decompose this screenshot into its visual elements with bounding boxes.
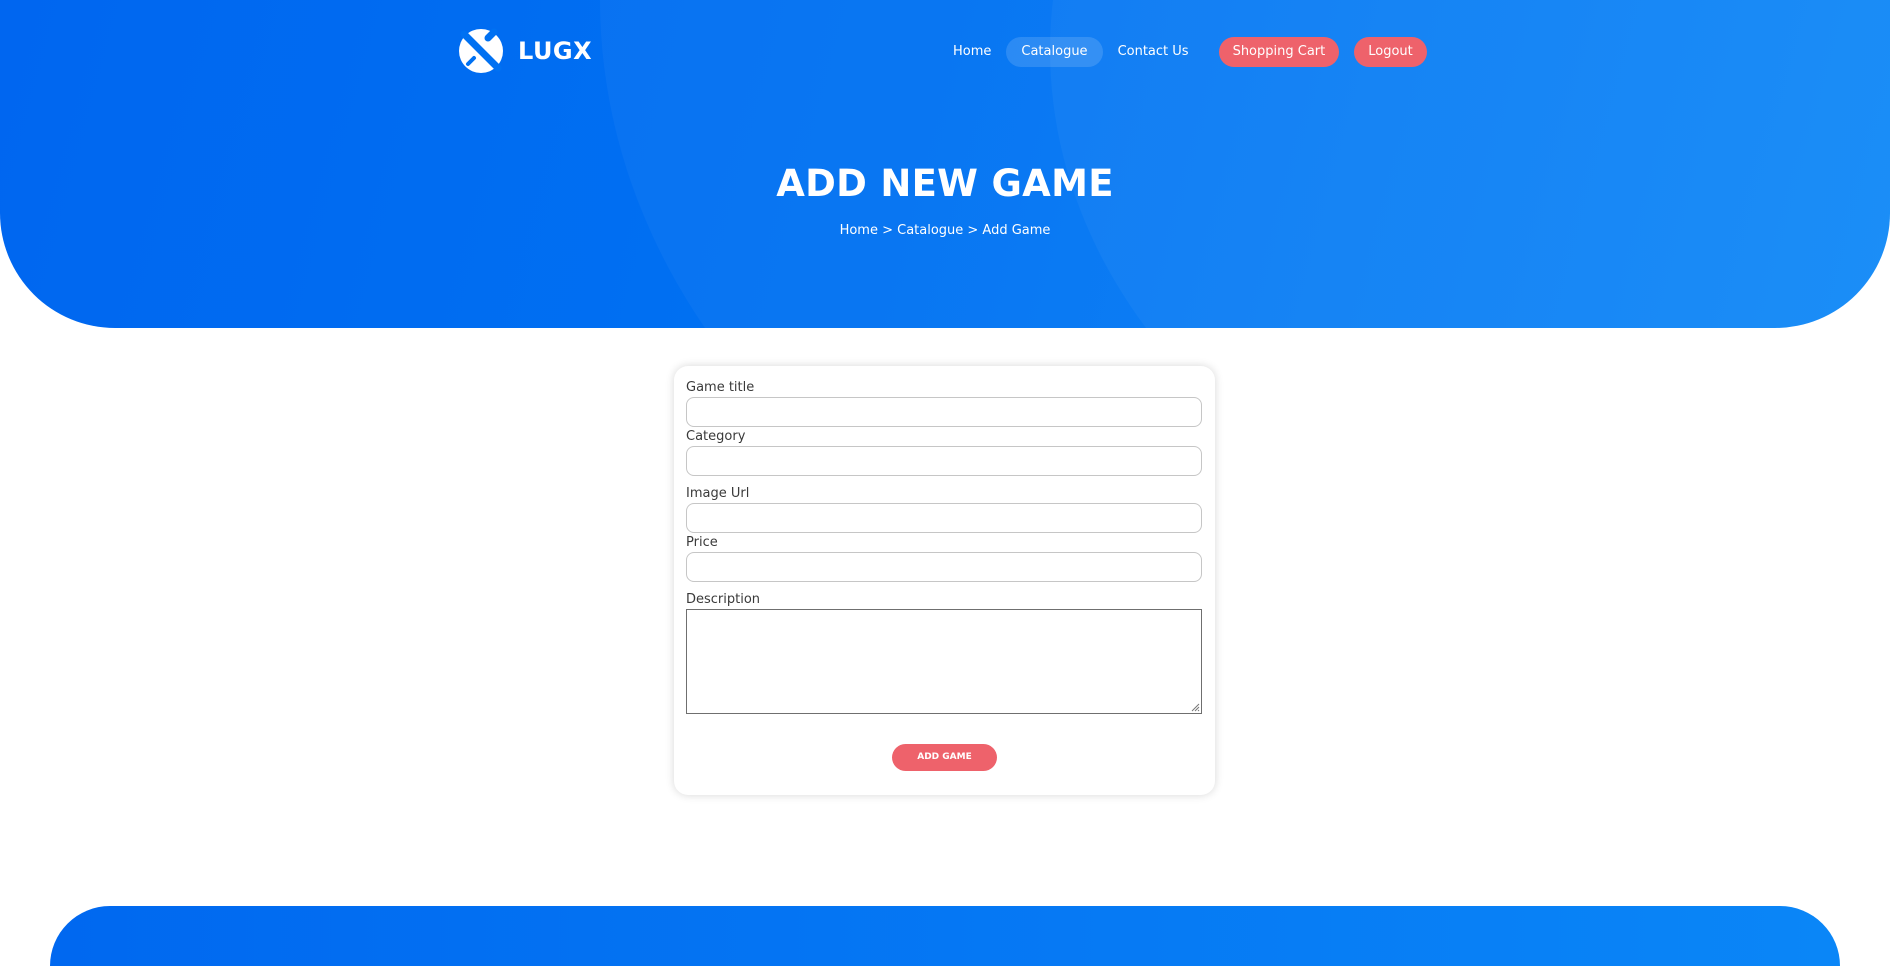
price-input[interactable] bbox=[686, 552, 1202, 582]
page-title: ADD NEW GAME bbox=[776, 162, 1114, 205]
resize-handle-icon[interactable] bbox=[1191, 703, 1200, 712]
logout-button[interactable]: Logout bbox=[1354, 37, 1427, 67]
price-label: Price bbox=[686, 535, 718, 550]
add-game-button[interactable]: ADD GAME bbox=[892, 744, 997, 771]
nav-item-contact[interactable]: Contact Us bbox=[1103, 37, 1204, 67]
top-navbar: LUGX Home Catalogue Contact Us Shopping … bbox=[0, 0, 1890, 104]
description-label: Description bbox=[686, 592, 761, 607]
brand-logo[interactable]: LUGX bbox=[458, 28, 592, 74]
x-circle-logo-icon bbox=[459, 28, 503, 73]
category-label: Category bbox=[686, 429, 746, 444]
image-url-input[interactable] bbox=[686, 503, 1202, 533]
brand-name: LUGX bbox=[518, 37, 593, 65]
description-textarea[interactable] bbox=[686, 609, 1202, 714]
category-input[interactable] bbox=[686, 446, 1202, 476]
main-nav: Home Catalogue Contact Us Shopping Cart … bbox=[938, 36, 1427, 68]
add-game-form: Game title Category Image Url Price Desc… bbox=[674, 366, 1215, 795]
image-url-label: Image Url bbox=[686, 486, 750, 501]
game-title-label: Game title bbox=[686, 380, 755, 395]
footer-band bbox=[50, 906, 1840, 966]
breadcrumb: Home > Catalogue > Add Game bbox=[839, 223, 1051, 238]
nav-item-home[interactable]: Home bbox=[938, 37, 1006, 67]
nav-item-catalogue[interactable]: Catalogue bbox=[1006, 37, 1103, 67]
shopping-cart-button[interactable]: Shopping Cart bbox=[1218, 37, 1340, 67]
game-title-input[interactable] bbox=[686, 397, 1202, 427]
